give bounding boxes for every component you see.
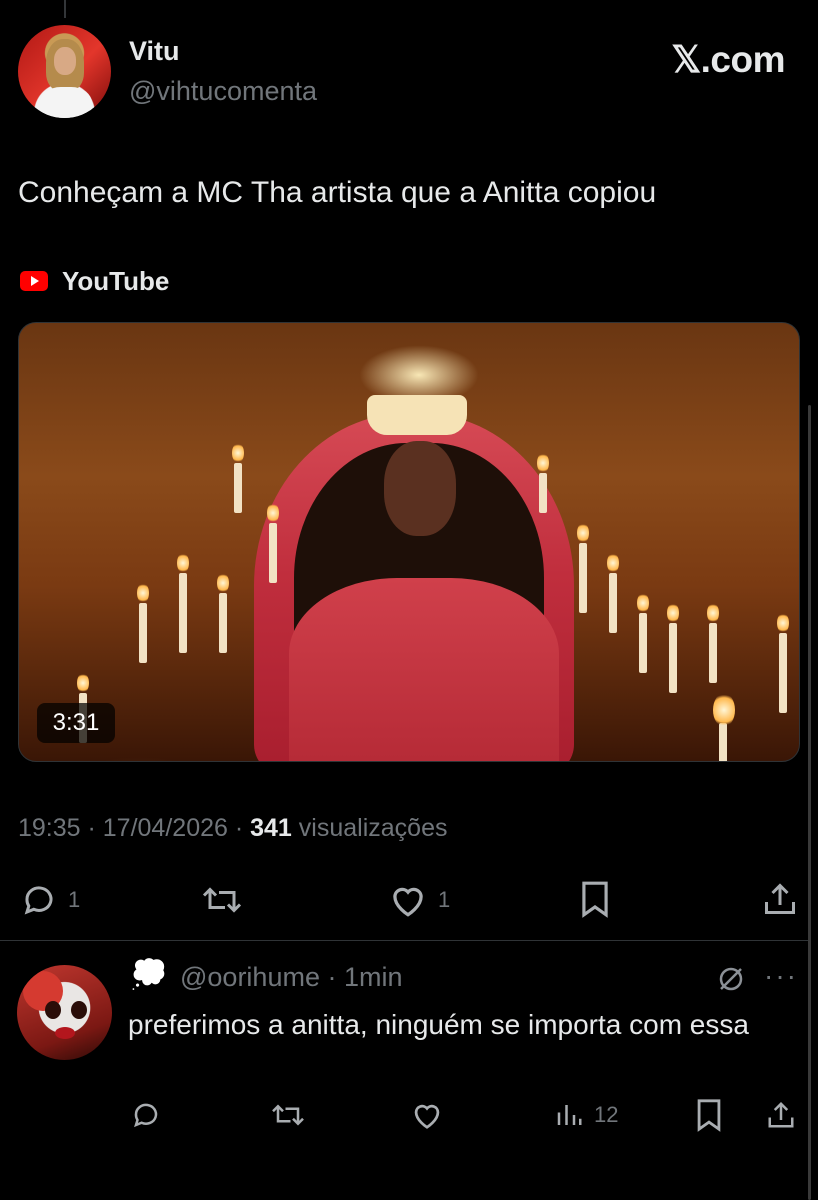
flame (577, 523, 589, 543)
bookmark-icon (697, 1099, 721, 1132)
candle (709, 623, 717, 683)
flame (232, 443, 244, 463)
thread-line (64, 0, 66, 18)
reply-icon (24, 886, 53, 915)
bookmark-icon (582, 881, 608, 918)
flame (537, 453, 549, 473)
author-name[interactable]: Vitu (129, 36, 180, 67)
flame (707, 603, 719, 623)
reply-views-button[interactable]: 12 (554, 1100, 618, 1130)
flame (267, 503, 279, 523)
more-options-icon[interactable]: ··· (764, 960, 798, 992)
flame (637, 593, 649, 613)
reply-bookmark-button[interactable] (694, 1098, 724, 1132)
reply-button[interactable]: 1 (20, 882, 80, 918)
candle (609, 573, 617, 633)
divider (0, 940, 808, 941)
thought-balloon-emoji: 💭 (130, 958, 168, 991)
candle (234, 463, 242, 513)
flame (177, 553, 189, 573)
candle (539, 473, 547, 513)
candle (219, 593, 227, 653)
candle (139, 603, 147, 663)
tweet-meta: 19:35 · 17/04/2026 · 341 visualizações (18, 814, 447, 843)
x-logo: 𝕏.com (671, 39, 785, 80)
candle (579, 543, 587, 613)
flame (137, 583, 149, 603)
thumbnail-face (384, 441, 456, 536)
views-label: visualizações (291, 814, 448, 842)
video-duration-badge: 3:31 (37, 703, 115, 743)
reply-reply-button[interactable] (130, 1100, 162, 1130)
bookmark-button[interactable] (578, 880, 612, 918)
reply-text: preferimos a anitta, ninguém se importa … (128, 1009, 749, 1040)
author-handle[interactable]: @vihtucomenta (129, 76, 317, 107)
flame (607, 553, 619, 573)
retweet-icon (272, 1104, 304, 1126)
share-icon (765, 883, 795, 914)
views-icon (557, 1105, 582, 1125)
video-thumbnail[interactable]: 3:31 (18, 322, 800, 762)
reply-icon (134, 1103, 158, 1128)
reply-share-button[interactable] (766, 1098, 796, 1132)
views-count: 341 (250, 814, 292, 842)
grok-icon[interactable] (716, 964, 746, 999)
like-button[interactable]: 1 (388, 882, 450, 918)
flame (77, 673, 89, 693)
candle (779, 633, 787, 713)
share-icon (768, 1101, 794, 1128)
reply-retweet-button[interactable] (270, 1100, 306, 1130)
heart-icon (414, 1104, 440, 1129)
flame (777, 613, 789, 633)
youtube-icon (20, 271, 48, 291)
flame (713, 693, 735, 727)
scrollbar[interactable] (808, 405, 811, 1200)
like-count: 1 (438, 887, 451, 912)
candle (179, 573, 187, 653)
flame (667, 603, 679, 623)
tweet-timestamp[interactable]: 19:35 · 17/04/2026 · (18, 814, 250, 842)
candle (719, 723, 727, 761)
heart-icon (393, 887, 423, 917)
thumbnail-dress (289, 578, 559, 761)
reply-views-count: 12 (594, 1102, 619, 1127)
author-avatar[interactable] (18, 25, 111, 118)
candle (639, 613, 647, 673)
reply-like-button[interactable] (410, 1100, 444, 1130)
reply-count: 1 (68, 887, 81, 912)
reply-avatar[interactable] (17, 965, 112, 1060)
retweet-button[interactable] (200, 882, 244, 918)
reply-handle-time[interactable]: @oorihume · 1min (180, 962, 403, 993)
link-source[interactable]: YouTube (20, 265, 169, 297)
candle (669, 623, 677, 693)
source-label: YouTube (62, 265, 170, 296)
tweet-text: Conheçam a MC Tha artista que a Anitta c… (18, 176, 657, 209)
thumbnail-crown (367, 395, 467, 435)
candle (269, 523, 277, 583)
flame (217, 573, 229, 593)
share-button[interactable] (762, 880, 798, 918)
retweet-icon (202, 887, 242, 913)
